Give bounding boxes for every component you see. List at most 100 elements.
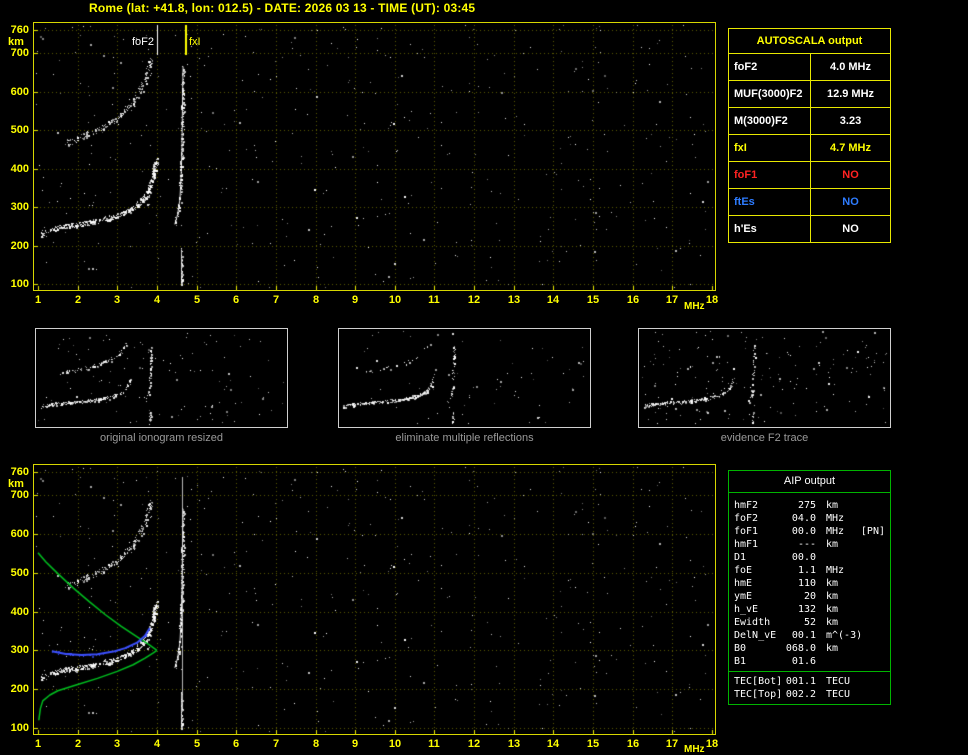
aip-row-hme: hmE 110 km	[729, 577, 890, 590]
autoscala-row-value: NO	[842, 169, 859, 181]
top-x-tick-label-3: 3	[113, 294, 121, 306]
top-x-tick-label-15: 15	[586, 294, 600, 306]
aip-param-unit: m^(-3)	[826, 630, 863, 641]
bottom-x-tick-label-11: 11	[428, 738, 440, 750]
top-x-tick-label-18: 18	[705, 294, 719, 306]
aip-param-unit: km	[826, 643, 839, 654]
bottom-x-tick-label-18: 18	[705, 738, 719, 750]
autoscala-row-fof1: foF1 NO	[729, 162, 890, 189]
top-y-tick-label-300: 300	[10, 201, 29, 213]
autoscala-row-label: foF1	[729, 162, 811, 188]
top-y-tick-label-200: 200	[10, 240, 29, 252]
bottom-x-tick-label-17: 17	[665, 738, 679, 750]
top-y-tick-label-600: 600	[10, 86, 29, 98]
thumb-caption-original: original ionogram resized	[100, 432, 223, 444]
autoscala-row-value: 4.0 MHz	[830, 61, 871, 73]
aip-param-unit: km	[826, 500, 839, 511]
aip-param-value: 068.0	[785, 643, 816, 654]
bottom-x-tick-label-10: 10	[388, 738, 402, 750]
aip-param-unit: MHz	[826, 513, 845, 524]
autoscala-row-label: foF2	[729, 54, 811, 80]
bottom-y-tick-label-100: 100	[10, 722, 29, 734]
bottom-x-tick-label-6: 6	[232, 738, 240, 750]
autoscala-app: Rome (lat: +41.8, lon: 012.5) - DATE: 20…	[0, 0, 968, 755]
aip-row-fof2: foF2 04.0 MHz	[729, 512, 890, 525]
bottom-x-tick-label-1: 1	[34, 738, 42, 750]
autoscala-row-fxi: fxI 4.7 MHz	[729, 135, 890, 162]
autoscala-table-header: AUTOSCALA output	[729, 29, 890, 54]
aip-param-value: 00.0	[791, 526, 816, 537]
page-title: Rome (lat: +41.8, lon: 012.5) - DATE: 20…	[89, 1, 476, 15]
bottom-x-tick-label-15: 15	[586, 738, 600, 750]
autoscala-row-value: 3.23	[839, 115, 862, 127]
autoscala-row-m3000f2: M(3000)F2 3.23	[729, 108, 890, 135]
aip-row-tectop: TEC[Top] 002.2 TECU	[729, 688, 890, 701]
aip-output-table: AIP output hmF2 275 km foF2 04.0 MHz foF1 00.0 M…	[728, 470, 891, 705]
aip-param-extra: [PN]	[860, 526, 885, 537]
top-x-tick-label-4: 4	[153, 294, 161, 306]
autoscala-row-muf3000f2: MUF(3000)F2 12.9 MHz	[729, 81, 890, 108]
top-x-tick-label-14: 14	[546, 294, 560, 306]
autoscala-row-value: 12.9 MHz	[826, 88, 875, 100]
aip-param-name: ymE	[734, 591, 753, 602]
foF2-marker-label: foF2	[131, 36, 154, 48]
aip-row-hmf2: hmF2 275 km	[729, 499, 890, 512]
thumb-eliminate-canvas	[339, 329, 590, 427]
aip-table-header: AIP output	[729, 471, 890, 493]
autoscala-row-fof2: foF2 4.0 MHz	[729, 54, 890, 81]
autoscala-row-label: MUF(3000)F2	[729, 81, 811, 107]
aip-param-value: 110	[797, 578, 816, 589]
top-y-tick-label-760: 760	[10, 24, 29, 36]
top-x-tick-label-9: 9	[351, 294, 359, 306]
fxI-marker-label: fxI	[189, 36, 201, 48]
thumb-evidence-canvas	[639, 329, 890, 427]
top-ionogram-canvas	[34, 23, 715, 290]
bottom-x-tick-label-16: 16	[626, 738, 640, 750]
aip-row-yme: ymE 20 km	[729, 590, 890, 603]
aip-row-tecbot: TEC[Bot] 001.1 TECU	[729, 675, 890, 688]
aip-row-d1: D1 00.0	[729, 551, 890, 564]
top-x-tick-label-2: 2	[74, 294, 82, 306]
thumb-eliminate-reflections	[338, 328, 591, 428]
aip-param-value: 001.1	[785, 676, 816, 687]
autoscala-row-ftes: ftEs NO	[729, 189, 890, 216]
aip-param-value: 00.1	[791, 630, 816, 641]
bottom-ionogram-canvas	[34, 465, 715, 734]
aip-param-value: 01.6	[791, 656, 816, 667]
aip-param-name: foE	[734, 565, 753, 576]
top-x-tick-label-16: 16	[626, 294, 640, 306]
top-y-tick-label-400: 400	[10, 163, 29, 175]
aip-row-fof1: foF1 00.0 MHz [PN]	[729, 525, 890, 538]
aip-row-ewidth: Ewidth 52 km	[729, 616, 890, 629]
aip-param-name: DelN_vE	[734, 630, 777, 641]
aip-row-b1: B1 01.6	[729, 655, 890, 668]
bottom-y-tick-label-760: 760	[10, 466, 29, 478]
aip-param-unit: km	[826, 578, 839, 589]
bottom-y-tick-label-500: 500	[10, 567, 29, 579]
thumb-original-ionogram	[35, 328, 288, 428]
autoscala-row-label: h'Es	[729, 216, 811, 242]
top-ionogram-plot	[33, 22, 716, 291]
aip-row-b0: B0 068.0 km	[729, 642, 890, 655]
aip-param-value: 04.0	[791, 513, 816, 524]
autoscala-table-rows: foF2 4.0 MHz MUF(3000)F2 12.9 MHz M(3000)F2 3…	[729, 54, 890, 242]
aip-param-unit: km	[826, 604, 839, 615]
bottom-y-tick-label-200: 200	[10, 683, 29, 695]
bottom-y-tick-label-400: 400	[10, 606, 29, 618]
aip-param-name: B1	[734, 656, 747, 667]
aip-param-unit: km	[826, 539, 839, 550]
top-x-tick-label-11: 11	[428, 294, 440, 306]
aip-param-value: ---	[797, 539, 816, 550]
bottom-x-tick-label-12: 12	[467, 738, 481, 750]
bottom-x-tick-label-3: 3	[113, 738, 121, 750]
aip-param-unit: km	[826, 617, 839, 628]
bottom-x-tick-label-13: 13	[507, 738, 521, 750]
aip-row-hve: h_vE 132 km	[729, 603, 890, 616]
top-x-tick-label-8: 8	[312, 294, 320, 306]
autoscala-row-label: ftEs	[729, 189, 811, 215]
bottom-ionogram-plot	[33, 464, 716, 735]
thumb-original-canvas	[36, 329, 287, 427]
autoscala-row-label: fxI	[729, 135, 811, 161]
aip-param-value: 20	[803, 591, 816, 602]
aip-param-name: h_vE	[734, 604, 759, 615]
